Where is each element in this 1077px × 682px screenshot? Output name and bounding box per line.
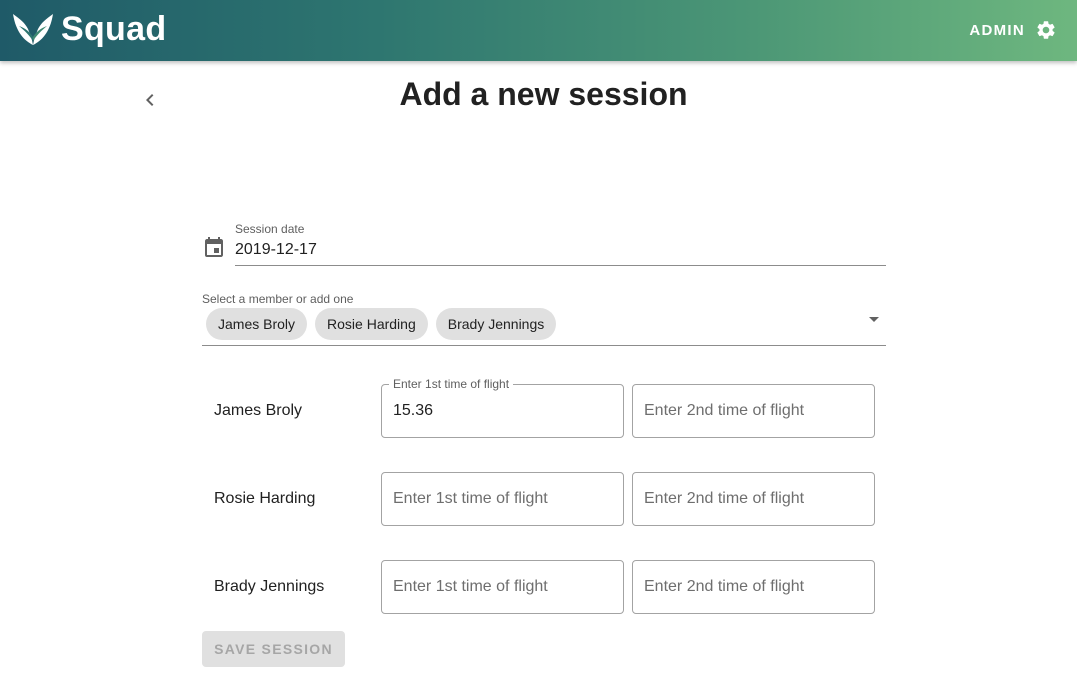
session-date-input[interactable]: 2019-12-17 <box>235 241 317 259</box>
flight-time-2-input[interactable] <box>633 473 874 525</box>
member-select-underline <box>202 345 886 346</box>
flight-time-1-input[interactable] <box>382 385 623 437</box>
member-select-label: Select a member or add one <box>202 292 354 306</box>
row-member-name: Brady Jennings <box>214 578 325 595</box>
gear-icon <box>1037 21 1055 39</box>
flight-time-1-field[interactable] <box>381 560 624 614</box>
save-session-button[interactable]: SAVE SESSION <box>202 631 345 667</box>
flight-time-1-input[interactable] <box>382 561 623 613</box>
arrow-drop-down-icon[interactable] <box>864 313 884 327</box>
member-chip[interactable]: Rosie Harding <box>315 308 428 340</box>
row-member-name: Rosie Harding <box>214 490 316 507</box>
admin-button[interactable]: ADMIN <box>969 14 1057 46</box>
flight-time-1-input[interactable] <box>382 473 623 525</box>
flight-time-2-input[interactable] <box>633 561 874 613</box>
flight-time-1-field[interactable]: Enter 1st time of flight <box>381 377 624 438</box>
admin-label: ADMIN <box>969 21 1025 39</box>
flight-time-2-field[interactable] <box>632 560 875 614</box>
member-chip[interactable]: James Broly <box>206 308 308 340</box>
session-date-label: Session date <box>235 222 305 236</box>
page-title: Add a new session <box>399 76 688 112</box>
session-date-underline <box>235 265 886 266</box>
member-chip-list[interactable]: James Broly Rosie Harding Brady Jennings <box>206 308 557 340</box>
flight-time-1-field[interactable] <box>381 472 624 526</box>
squad-logo-icon[interactable] <box>12 11 54 47</box>
app-bar: Squad ADMIN <box>0 0 1077 61</box>
app-title[interactable]: Squad <box>61 9 166 49</box>
flight-time-2-field[interactable] <box>632 472 875 526</box>
member-chip[interactable]: Brady Jennings <box>435 308 557 340</box>
row-member-name: James Broly <box>214 402 303 419</box>
flight-time-2-field[interactable] <box>632 384 875 438</box>
flight-time-2-input[interactable] <box>633 385 874 437</box>
calendar-icon[interactable] <box>202 236 226 260</box>
